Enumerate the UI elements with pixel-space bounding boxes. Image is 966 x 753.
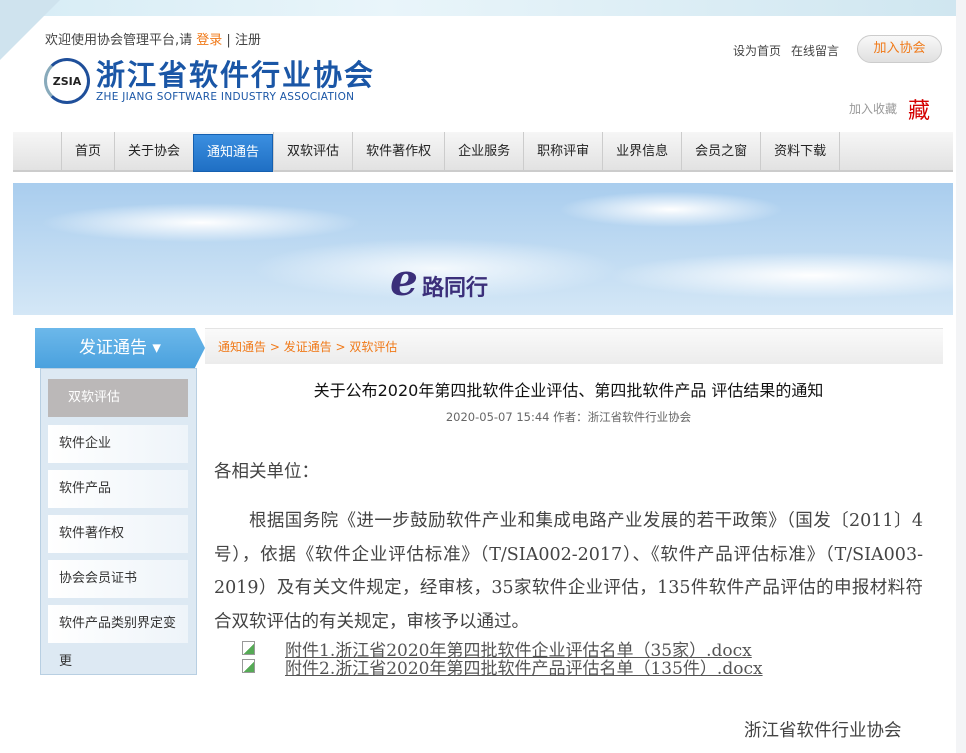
banner-slogan: e 路同行 [390, 255, 488, 306]
breadcrumb-notices[interactable]: 通知通告 [218, 340, 266, 354]
nav-industry[interactable]: 业界信息 [602, 132, 681, 170]
message-link[interactable]: 在线留言 [791, 44, 839, 58]
breadcrumb-dual-soft[interactable]: 双软评估 [349, 340, 397, 354]
sidebar-item-dual-soft[interactable]: 双软评估 [48, 379, 188, 417]
breadcrumb-sep: > [266, 340, 284, 354]
logo-title: 浙江省软件行业协会 [96, 58, 376, 92]
site-logo[interactable]: ZSIA 浙江省软件行业协会 ZHE JIANG SOFTWARE INDUSTR… [44, 58, 375, 104]
slogan-e: e [390, 255, 418, 306]
join-button[interactable]: 加入协会 [857, 35, 942, 63]
sidebar-item-copyright[interactable]: 软件著作权 [48, 515, 188, 553]
welcome-bar: 欢迎使用协会管理平台,请 登录 | 注册 [45, 29, 261, 48]
nav-home[interactable]: 首页 [61, 132, 114, 170]
attachment-2: 附件2.浙江省2020年第四批软件产品评估名单（135件）.docx [242, 657, 923, 679]
article-title: 关于公布2020年第四批软件企业评估、第四批软件产品 评估结果的通知 [313, 381, 824, 400]
breadcrumb-certificates[interactable]: 发证通告 [284, 340, 332, 354]
article-body: 各相关单位： 根据国务院《进一步鼓励软件产业和集成电路产业发展的若干政策》（国发… [214, 458, 923, 679]
main-nav: 首页 关于协会 通知通告 双软评估 软件著作权 企业服务 职称评审 业界信息 会… [13, 132, 953, 172]
signature: 浙江省软件行业协会 [744, 721, 902, 741]
bookmark-icon[interactable]: 藏 [908, 93, 930, 125]
sidebar: 双软评估 软件企业 软件产品 软件著作权 协会会员证书 软件产品类别界定变更 [40, 368, 197, 675]
favorite-link[interactable]: 加入收藏 [849, 100, 897, 117]
nav-members[interactable]: 会员之窗 [681, 132, 760, 170]
nav-dual-soft[interactable]: 双软评估 [273, 132, 352, 170]
login-link[interactable]: 登录 [196, 33, 222, 48]
salutation: 各相关单位： [214, 462, 319, 482]
attachment-link-2[interactable]: 附件2.浙江省2020年第四批软件产品评估名单（135件）.docx [285, 654, 763, 679]
broken-image-icon [242, 641, 255, 655]
sidebar-item-software-enterprise[interactable]: 软件企业 [48, 425, 188, 463]
nav-services[interactable]: 企业服务 [444, 132, 523, 170]
article-paragraph: 根据国务院《进一步鼓励软件产业和集成电路产业发展的若干政策》（国发〔2011〕4… [214, 511, 923, 632]
separator: | [222, 33, 235, 48]
sidebar-title[interactable]: 发证通告 ▾ [35, 328, 205, 368]
welcome-text: 欢迎使用协会管理平台,请 [45, 33, 197, 48]
breadcrumb-sep: > [331, 340, 350, 354]
sidebar-item-software-product[interactable]: 软件产品 [48, 470, 188, 508]
broken-image-icon [242, 659, 255, 673]
slogan-text: 路同行 [422, 276, 489, 301]
breadcrumb: 通知通告 > 发证通告 > 双软评估 [205, 328, 943, 364]
nav-notices[interactable]: 通知通告 [193, 134, 274, 172]
nav-titles[interactable]: 职称评审 [523, 132, 602, 170]
zsia-logo-icon: ZSIA [44, 58, 90, 104]
top-band [0, 0, 966, 16]
nav-about[interactable]: 关于协会 [114, 132, 193, 170]
sidebar-item-member-cert[interactable]: 协会会员证书 [48, 560, 188, 598]
register-link[interactable]: 注册 [235, 33, 261, 48]
nav-copyright[interactable]: 软件著作权 [352, 132, 444, 170]
sidebar-item-category-change[interactable]: 软件产品类别界定变更 [48, 605, 188, 669]
scrollbar-track[interactable] [956, 0, 966, 753]
logo-subtitle: ZHE JIANG SOFTWARE INDUSTRY ASSOCIATION [96, 91, 355, 103]
set-home-link[interactable]: 设为首页 [733, 44, 781, 58]
top-links: 设为首页 在线留言 [733, 42, 849, 59]
nav-downloads[interactable]: 资料下载 [760, 132, 841, 170]
article-meta: 2020-05-07 15:44 作者：浙江省软件行业协会 [445, 410, 692, 424]
